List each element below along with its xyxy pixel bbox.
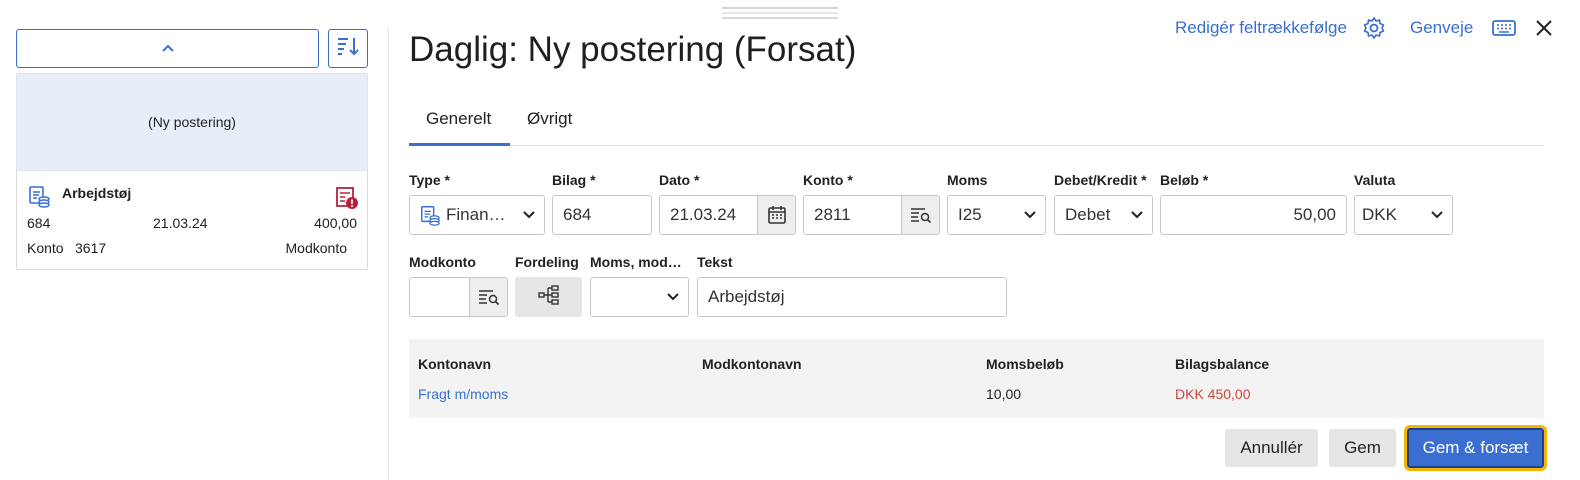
close-icon[interactable] bbox=[1532, 16, 1556, 40]
column-header-bilagsbalance: Bilagsbalance bbox=[1175, 356, 1270, 372]
drag-handle[interactable] bbox=[722, 7, 838, 19]
chevron-down-icon bbox=[1015, 210, 1045, 220]
modkonto-label: Modkonto bbox=[409, 254, 476, 270]
tekst-input[interactable]: Arbejdstøj bbox=[697, 277, 1007, 317]
valuta-select[interactable]: DKK bbox=[1354, 195, 1453, 235]
moms-mod-label: Moms, mod… bbox=[590, 254, 682, 270]
entry-bilag: 684 bbox=[27, 215, 51, 231]
entry-date: 21.03.24 bbox=[153, 215, 208, 231]
dato-value: 21.03.24 bbox=[670, 205, 737, 224]
bilag-input[interactable]: 684 bbox=[552, 195, 652, 235]
moms-value: I25 bbox=[958, 205, 982, 224]
valuta-label: Valuta bbox=[1354, 172, 1396, 188]
moms-mod-select[interactable] bbox=[590, 277, 689, 317]
cancel-button[interactable]: Annullér bbox=[1225, 429, 1318, 467]
entry-modkonto-label: Modkonto bbox=[285, 240, 347, 256]
entry-title: Arbejdstøj bbox=[62, 185, 132, 201]
lookup-list-icon[interactable] bbox=[901, 196, 939, 234]
tekst-label: Tekst bbox=[697, 254, 733, 270]
type-select[interactable]: Finan… bbox=[409, 195, 545, 235]
save-button-label: Gem bbox=[1344, 438, 1381, 457]
new-entry-card[interactable]: (Ny postering) bbox=[16, 73, 368, 171]
bilagsbalance-value: DKK 450,00 bbox=[1175, 386, 1251, 402]
cancel-button-label: Annullér bbox=[1240, 438, 1303, 457]
valuta-value: DKK bbox=[1362, 205, 1397, 224]
account-info-table: Kontonavn Modkontonavn Momsbeløb Bilagsb… bbox=[409, 339, 1544, 418]
moms-label: Moms bbox=[947, 172, 988, 188]
momsbelob-value: 10,00 bbox=[986, 386, 1022, 402]
warning-document-icon bbox=[335, 186, 359, 215]
type-label: Type * bbox=[409, 172, 450, 188]
active-tab-indicator bbox=[409, 143, 510, 146]
modkonto-input[interactable] bbox=[409, 277, 508, 317]
calendar-icon[interactable] bbox=[757, 196, 795, 234]
moms-select[interactable]: I25 bbox=[947, 195, 1046, 235]
finance-type-icon bbox=[27, 184, 51, 213]
entry-amount: 400,00 bbox=[314, 215, 357, 231]
bilag-value: 684 bbox=[563, 205, 592, 224]
save-continue-button-label: Gem & forsæt bbox=[1422, 438, 1529, 457]
konto-label: Konto * bbox=[803, 172, 853, 188]
tekst-value: Arbejdstøj bbox=[708, 287, 785, 306]
save-continue-button[interactable]: Gem & forsæt bbox=[1404, 425, 1547, 471]
entry-konto-label: Konto bbox=[27, 240, 64, 256]
dato-input[interactable]: 21.03.24 bbox=[659, 195, 796, 235]
belob-label: Beløb * bbox=[1160, 172, 1209, 188]
tab-generelt[interactable]: Generelt bbox=[426, 109, 491, 129]
lookup-list-icon[interactable] bbox=[469, 278, 507, 316]
type-value: Finan… bbox=[446, 205, 506, 224]
tabs-divider bbox=[409, 145, 1544, 146]
entry-konto-value: 3617 bbox=[75, 240, 107, 256]
konto-input[interactable]: 2811 bbox=[803, 195, 940, 235]
debet-kredit-label: Debet/Kredit * bbox=[1054, 172, 1147, 188]
chevron-down-icon bbox=[1422, 210, 1452, 220]
page-title: Daglig: Ny postering (Forsat) bbox=[409, 30, 857, 69]
sort-button[interactable] bbox=[328, 29, 368, 68]
column-header-kontonavn: Kontonavn bbox=[418, 356, 492, 372]
panel-divider bbox=[388, 28, 389, 480]
bilag-label: Bilag * bbox=[552, 172, 596, 188]
kontonavn-link[interactable]: Fragt m/moms bbox=[418, 386, 508, 402]
konto-value: 2811 bbox=[814, 205, 851, 224]
fordeling-button[interactable] bbox=[515, 277, 582, 317]
finance-type-icon bbox=[410, 204, 442, 226]
chevron-down-icon bbox=[514, 210, 544, 220]
save-button[interactable]: Gem bbox=[1329, 429, 1396, 467]
collapse-list-button[interactable] bbox=[16, 29, 319, 68]
keyboard-icon[interactable] bbox=[1492, 16, 1516, 40]
new-entry-label: (Ny postering) bbox=[148, 114, 236, 130]
chevron-down-icon bbox=[1122, 210, 1152, 220]
column-header-momsbelob: Momsbeløb bbox=[986, 356, 1064, 372]
entry-card[interactable]: Arbejdstøj 684 21.03.24 400,00 Konto 361… bbox=[16, 171, 368, 270]
distribution-tree-icon bbox=[537, 284, 560, 311]
chevron-down-icon bbox=[658, 292, 688, 302]
belob-value: 50,00 bbox=[1293, 205, 1336, 224]
chevron-up-icon bbox=[161, 40, 175, 58]
dato-label: Dato * bbox=[659, 172, 700, 188]
tab-ovrigt[interactable]: Øvrigt bbox=[527, 109, 572, 129]
settings-gear-icon[interactable] bbox=[1362, 16, 1386, 40]
belob-input[interactable]: 50,00 bbox=[1160, 195, 1347, 235]
column-header-modkontonavn: Modkontonavn bbox=[702, 356, 802, 372]
sort-icon bbox=[336, 35, 360, 62]
journal-entry-dialog: (Ny postering) Arbejdstøj 684 21.03.24 4… bbox=[0, 0, 1580, 480]
edit-field-order-link[interactable]: Redigér feltrækkefølge bbox=[1175, 18, 1347, 38]
debet-kredit-select[interactable]: Debet bbox=[1054, 195, 1153, 235]
fordeling-label: Fordeling bbox=[515, 254, 579, 270]
debet-kredit-value: Debet bbox=[1065, 205, 1111, 224]
shortcuts-link[interactable]: Genveje bbox=[1410, 18, 1473, 38]
